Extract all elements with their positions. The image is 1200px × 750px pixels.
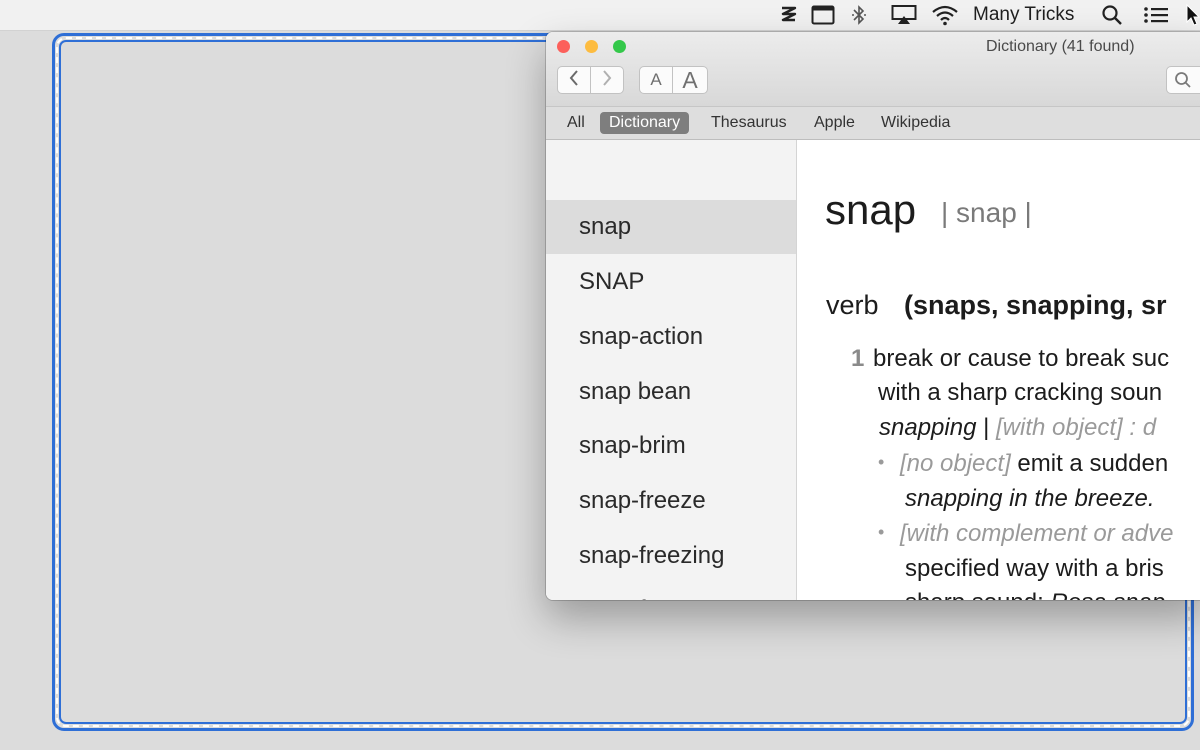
- font-smaller-button[interactable]: A: [639, 66, 673, 94]
- zoom-window-button[interactable]: [613, 40, 626, 53]
- bullet: •: [878, 522, 885, 542]
- definition-line: break or cause to break suc: [873, 345, 1170, 372]
- inflected-forms: (snaps, snapping, sr: [904, 290, 1167, 320]
- window-icon[interactable]: [811, 0, 835, 30]
- result-item-snap-freeze[interactable]: snap-freeze: [546, 474, 796, 528]
- tab-all[interactable]: All: [558, 112, 594, 134]
- airplay-icon[interactable]: [891, 0, 917, 30]
- tab-wikipedia[interactable]: Wikipedia: [872, 112, 959, 134]
- tab-dictionary[interactable]: Dictionary: [600, 112, 690, 134]
- spotlight-search-icon[interactable]: [1101, 0, 1123, 30]
- result-item-snap-action[interactable]: snap-action: [546, 310, 796, 364]
- title-bar: Dictionary (41 found) A A: [546, 32, 1200, 107]
- result-item-snap-brim[interactable]: snap-brim: [546, 419, 796, 473]
- source-tab-bar: All Dictionary Thesaurus Apple Wikipedia: [546, 107, 1200, 140]
- result-item-snap[interactable]: snap: [546, 200, 796, 254]
- notification-center-icon[interactable]: [1143, 0, 1169, 30]
- grammar-note: [no object]: [900, 450, 1011, 477]
- close-window-button[interactable]: [557, 40, 570, 53]
- definition-line: sharp sound: Rosa snap: [905, 589, 1165, 600]
- headword: snap: [825, 186, 917, 233]
- dictionary-window: Dictionary (41 found) A A All Dictionary…: [546, 32, 1200, 600]
- search-input[interactable]: [1166, 66, 1200, 94]
- result-item-snap-upper[interactable]: SNAP: [546, 255, 796, 309]
- buffer-icon[interactable]: [779, 0, 799, 30]
- definition-line: [no object] emit a sudden: [900, 450, 1168, 478]
- chevron-left-icon: [568, 69, 580, 92]
- window-title: Dictionary (41 found): [986, 38, 1135, 55]
- bullet: •: [878, 452, 885, 472]
- example-text: snapping: [879, 414, 977, 441]
- wifi-icon[interactable]: [931, 0, 959, 30]
- separator: |: [976, 414, 996, 441]
- search-icon: [1174, 71, 1192, 94]
- result-item-snap-froze[interactable]: snap-froze: [546, 583, 796, 600]
- menu-bar: Many Tricks: [0, 0, 1200, 31]
- menu-user-name[interactable]: Many Tricks: [973, 0, 1074, 30]
- example-text: snapping in the breeze.: [905, 485, 1155, 512]
- mouse-cursor-icon: [1186, 3, 1200, 33]
- definition-line: specified way with a bris: [905, 555, 1164, 582]
- result-item-snap-bean[interactable]: snap bean: [546, 365, 796, 419]
- tab-thesaurus[interactable]: Thesaurus: [702, 112, 796, 134]
- forward-button[interactable]: [590, 66, 624, 94]
- grammar-note: [with complement or adve: [900, 520, 1174, 547]
- font-larger-button[interactable]: A: [672, 66, 708, 94]
- subsense-text: sharp sound:: [905, 589, 1050, 600]
- back-button[interactable]: [557, 66, 591, 94]
- pronunciation: | snap |: [941, 197, 1032, 228]
- grammar-note: [with object] : d: [996, 414, 1157, 441]
- part-of-speech: verb: [826, 290, 879, 320]
- subsense-text: emit a sudden: [1010, 450, 1169, 477]
- bluetooth-icon[interactable]: [851, 0, 867, 30]
- definition-line: with a sharp cracking soun: [878, 379, 1163, 406]
- definition-line: snapping | [with object] : d: [879, 414, 1156, 442]
- example-text: Rosa snap: [1050, 589, 1165, 600]
- results-sidebar: snap SNAP snap-action snap bean snap-bri…: [546, 140, 797, 600]
- tab-apple[interactable]: Apple: [805, 112, 864, 134]
- chevron-right-icon: [601, 69, 613, 92]
- minimize-window-button[interactable]: [585, 40, 598, 53]
- definition-pane: snap | snap | verb (snaps, snapping, sr …: [797, 140, 1200, 600]
- sense-number: 1: [851, 345, 865, 372]
- result-item-snap-freezing[interactable]: snap-freezing: [546, 529, 796, 583]
